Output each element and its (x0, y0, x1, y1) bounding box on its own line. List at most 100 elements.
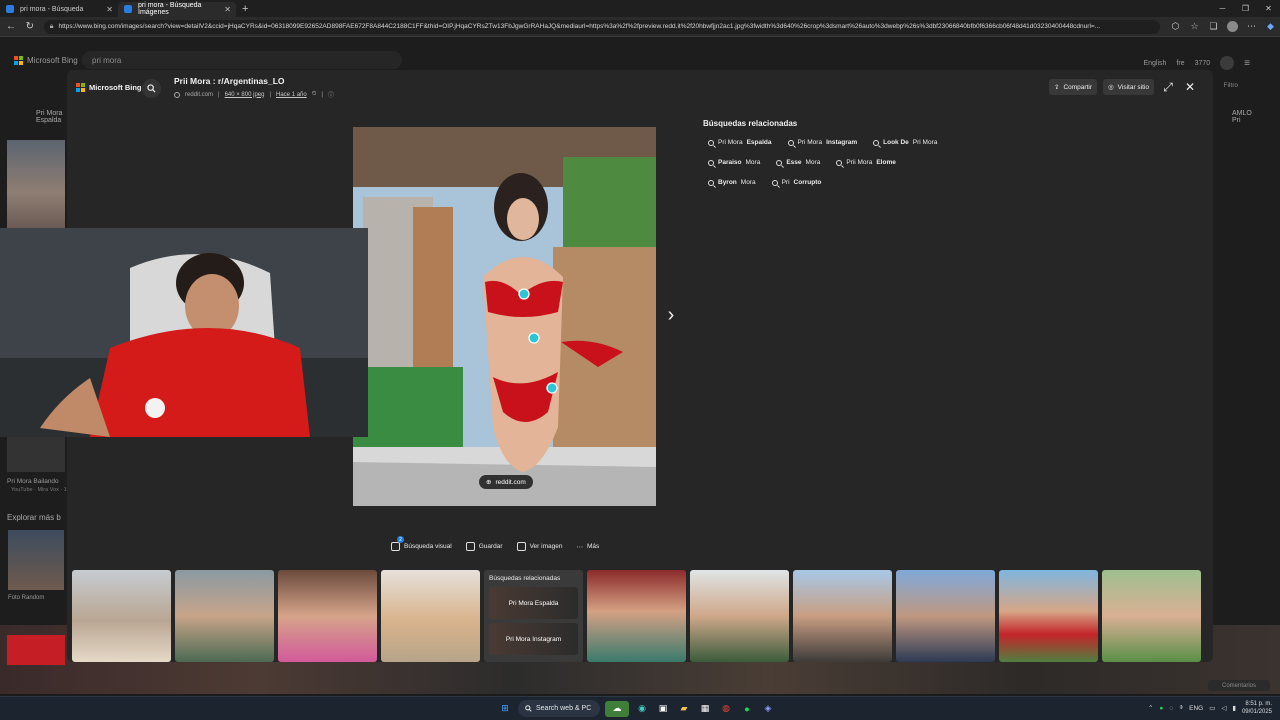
favorites-icon[interactable]: ☆ (1185, 21, 1204, 32)
rewards-points[interactable]: 3770 (1195, 60, 1211, 67)
overlay-search-button[interactable] (142, 79, 161, 98)
view-image-button[interactable]: Ver imagen (516, 542, 562, 551)
next-image-chevron-icon[interactable]: › (660, 304, 682, 326)
file-explorer-icon[interactable]: ▰ (676, 701, 692, 717)
volume-icon[interactable]: ◁ (1221, 704, 1226, 712)
search-icon (873, 139, 880, 146)
info-icon[interactable]: ⓘ (328, 90, 334, 99)
tray-chevron-icon[interactable]: ⌃ (1148, 704, 1153, 712)
similar-image-thumbnail[interactable] (278, 570, 377, 662)
menu-dots-icon[interactable]: ⋯ (1242, 21, 1261, 32)
related-card-item[interactable]: Pri Mora Espalda (489, 587, 578, 619)
similar-image-thumbnail[interactable] (72, 570, 171, 662)
tab-bing-search[interactable]: pri mora - Búsqueda ✕ (0, 2, 118, 17)
similar-image-thumbnail[interactable] (175, 570, 274, 662)
related-chip[interactable]: Prii Mora Elome (831, 155, 901, 170)
search-icon (787, 139, 794, 146)
close-window-icon[interactable]: ✕ (1257, 0, 1280, 16)
widgets-icon[interactable]: ☁ (605, 700, 629, 717)
taskbar-search[interactable]: Search web & PC (518, 700, 600, 717)
chrome-icon[interactable]: ◍ (718, 701, 734, 717)
bg-related-text: AMLO (1232, 110, 1252, 117)
store-icon[interactable]: ▣ (655, 701, 671, 717)
battery-icon[interactable]: ▮ (1232, 704, 1236, 712)
chip-text: Prii Mora (846, 159, 873, 166)
related-chip[interactable]: Look De Pri Mora (868, 135, 942, 150)
url-field[interactable]: 🔒︎ https://www.bing.com/images/search?vi… (43, 19, 1160, 34)
taskbar-clock[interactable]: 8:51 p. m. 09/01/2025 (1242, 700, 1272, 716)
bg-result-thumbnail[interactable] (7, 635, 65, 665)
bg-video-title[interactable]: Pri Mora Bailando (7, 478, 59, 485)
source-link[interactable]: reddit.com (185, 92, 213, 98)
input-language[interactable]: ENG (1189, 705, 1203, 712)
similar-image-thumbnail[interactable] (1102, 570, 1201, 662)
tray-mic-icon[interactable]: ⌽ (1179, 704, 1183, 712)
visit-site-button[interactable]: ◎ Visitar sitio (1103, 79, 1154, 95)
related-chip[interactable]: Esse Mora (771, 155, 825, 170)
related-chip[interactable]: Paraiso Mora (703, 155, 765, 170)
bing-search-input[interactable]: pri mora (82, 51, 402, 69)
related-chip[interactable]: Pri Mora Instagram (783, 135, 863, 150)
bg-result-thumbnail[interactable] (7, 434, 65, 472)
save-button[interactable]: Guardar (465, 542, 503, 551)
language-link[interactable]: English (1143, 60, 1166, 67)
dimensions-link[interactable]: 640 × 800 jpeg (225, 92, 265, 98)
minimize-icon[interactable]: ─ (1211, 0, 1234, 16)
spotify-icon[interactable]: ● (739, 701, 755, 717)
bg-foto-label[interactable]: Foto Random (8, 595, 44, 601)
discord-icon[interactable]: ◈ (760, 701, 776, 717)
related-chip[interactable]: Pri Mora Espalda (703, 135, 777, 150)
similar-image-thumbnail[interactable] (896, 570, 995, 662)
network-icon[interactable]: ▭ (1209, 704, 1215, 712)
feedback-button[interactable]: Comentarios (1208, 680, 1270, 691)
tray-app-icon[interactable]: ◌ (1169, 705, 1173, 712)
new-tab-icon[interactable]: + (242, 3, 248, 15)
taskbar-search-text: Search web & PC (536, 705, 592, 712)
close-icon[interactable]: ✕ (1181, 78, 1199, 96)
tab-close-icon[interactable]: ✕ (106, 5, 113, 14)
rewards-icon[interactable] (1220, 56, 1235, 70)
collections-icon[interactable]: ❑ (1204, 21, 1223, 32)
similar-image-thumbnail[interactable] (381, 570, 480, 662)
similar-image-thumbnail[interactable] (587, 570, 686, 662)
related-card-item[interactable]: Pri Mora Instagram (489, 623, 578, 655)
share-button[interactable]: ⇪ Compartir (1049, 79, 1097, 95)
action-label: Más (586, 543, 600, 550)
refresh-icon[interactable]: ↻ (22, 19, 38, 35)
edge-icon[interactable]: ◉ (634, 701, 650, 717)
filter-button[interactable]: Filtro (1224, 82, 1238, 89)
expand-icon[interactable]: ⤢ (1159, 78, 1177, 96)
maximize-icon[interactable]: ❐ (1234, 0, 1257, 16)
tab-bing-images[interactable]: pri mora - Búsqueda Imágenes ✕ (118, 1, 236, 17)
tray-spotify-icon[interactable]: ● (1159, 705, 1163, 712)
image-source-pill[interactable]: ⊕ reddit.com (479, 475, 533, 489)
profile-avatar[interactable] (1227, 21, 1238, 32)
url-text: https://www.bing.com/images/search?view=… (58, 23, 1101, 30)
overlay-bing-logo[interactable]: Microsoft Bing (76, 83, 142, 92)
browser-tab-bar: pri mora - Búsqueda ✕ pri mora - Búsqued… (0, 0, 1280, 17)
bing-logo[interactable]: Microsoft Bing (14, 56, 78, 65)
similar-image-thumbnail[interactable] (690, 570, 789, 662)
tab-title: pri mora - Búsqueda Imágenes (138, 2, 202, 16)
bg-related-label[interactable]: Pri Mora Espalda (36, 110, 62, 124)
start-icon[interactable]: ⊞ (497, 701, 513, 717)
image-title[interactable]: Prii Mora : r/Argentinas_LO (174, 76, 285, 86)
extensions-icon[interactable]: ⬡ (1166, 21, 1185, 32)
more-button[interactable]: ⋯ Más (576, 542, 599, 551)
bg-result-thumbnail[interactable] (8, 530, 64, 590)
related-chip[interactable]: Byron Mora (703, 175, 761, 190)
similar-image-thumbnail[interactable] (793, 570, 892, 662)
bg-result-thumbnail[interactable] (7, 140, 65, 228)
related-card-title: Búsquedas relacionadas (489, 575, 561, 582)
related-chip[interactable]: Pri Corrupto (767, 175, 827, 190)
bg-related-right[interactable]: AMLO Pri (1232, 110, 1252, 124)
hamburger-menu-icon[interactable]: ≡ (1244, 58, 1250, 69)
tab-close-icon[interactable]: ✕ (224, 5, 231, 14)
back-icon[interactable]: ← (3, 19, 19, 35)
user-name[interactable]: fre (1176, 60, 1184, 67)
main-image[interactable]: ⊕ reddit.com (353, 127, 656, 506)
copilot-icon[interactable]: ◆ (1261, 21, 1280, 32)
terminal-icon[interactable]: ▦ (697, 701, 713, 717)
similar-image-thumbnail[interactable] (999, 570, 1098, 662)
visual-search-button[interactable]: 2 Búsqueda visual (391, 536, 452, 551)
